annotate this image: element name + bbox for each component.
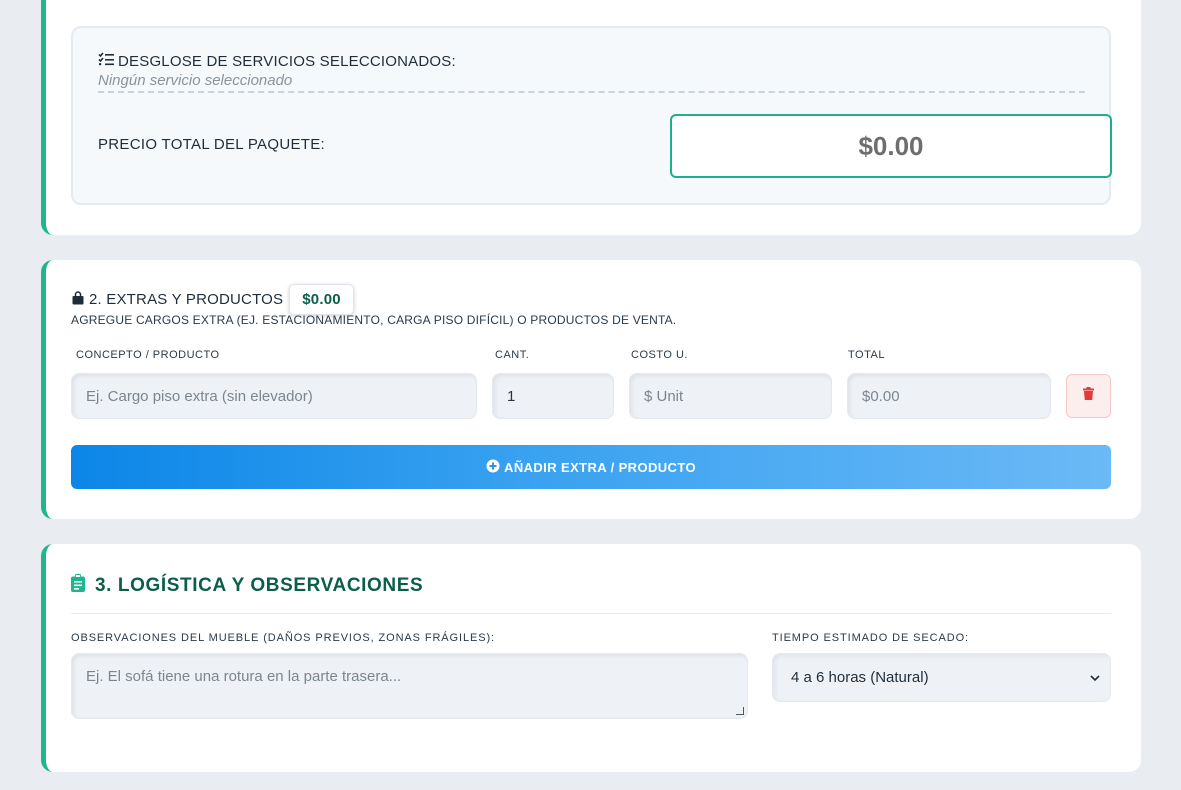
- total-price-value: $0.00: [670, 114, 1112, 178]
- unit-cost-input[interactable]: $ Unit: [629, 373, 832, 419]
- trash-icon: [1083, 387, 1094, 405]
- extras-total-badge: $0.00: [289, 284, 354, 315]
- shopping-bag-icon: [71, 290, 85, 309]
- extras-subtitle: AGREGUE CARGOS EXTRA (EJ. ESTACIONAMIENT…: [71, 313, 677, 327]
- plus-circle-icon: [486, 459, 500, 476]
- package-summary-box: DESGLOSE DE SERVICIOS SELECCIONADOS: Nin…: [71, 26, 1112, 205]
- logistics-card: 3. LOGÍSTICA Y OBSERVACIONES OBSERVACION…: [41, 544, 1141, 772]
- row-total-field: $0.00: [847, 373, 1051, 419]
- logistics-title: 3. LOGÍSTICA Y OBSERVACIONES: [95, 575, 424, 596]
- breakdown-title: DESGLOSE DE SERVICIOS SELECCIONADOS:: [118, 52, 456, 70]
- extras-header: 2. EXTRAS Y PRODUCTOS $0.00: [71, 284, 354, 315]
- drying-time-selected: 4 a 6 horas (Natural): [791, 669, 929, 686]
- section-divider: [71, 613, 1111, 614]
- column-concept-label: CONCEPTO / PRODUCTO: [76, 349, 220, 361]
- breakdown-header: DESGLOSE DE SERVICIOS SELECCIONADOS:: [98, 52, 456, 70]
- concept-input[interactable]: Ej. Cargo piso extra (sin elevador): [71, 373, 477, 419]
- column-qty-label: CANT.: [495, 349, 530, 361]
- resize-handle[interactable]: [736, 707, 744, 715]
- column-unit-cost-label: COSTO U.: [631, 349, 688, 361]
- drying-time-label: TIEMPO ESTIMADO DE SECADO:: [772, 632, 969, 644]
- quantity-input[interactable]: 1: [492, 373, 614, 419]
- extras-title: 2. EXTRAS Y PRODUCTOS: [89, 291, 284, 308]
- list-check-icon: [98, 52, 115, 70]
- clipboard-icon: [71, 574, 85, 598]
- delete-row-button[interactable]: [1066, 374, 1111, 418]
- drying-time-select[interactable]: 4 a 6 horas (Natural): [772, 653, 1111, 702]
- total-price-label: PRECIO TOTAL DEL PAQUETE:: [98, 136, 325, 153]
- add-extra-button-label: AÑADIR EXTRA / PRODUCTO: [504, 459, 696, 475]
- column-total-label: TOTAL: [848, 349, 885, 361]
- extras-card: 2. EXTRAS Y PRODUCTOS $0.00 AGREGUE CARG…: [41, 260, 1141, 519]
- observations-placeholder: Ej. El sofá tiene una rotura en la parte…: [86, 668, 402, 685]
- breakdown-empty-text: Ningún servicio seleccionado: [98, 72, 1085, 93]
- chevron-down-icon: [1090, 669, 1100, 686]
- observations-textarea[interactable]: Ej. El sofá tiene una rotura en la parte…: [71, 653, 748, 719]
- observations-label: OBSERVACIONES DEL MUEBLE (DAÑOS PREVIOS,…: [71, 632, 495, 644]
- package-summary-card: DESGLOSE DE SERVICIOS SELECCIONADOS: Nin…: [41, 0, 1141, 235]
- add-extra-button[interactable]: AÑADIR EXTRA / PRODUCTO: [71, 445, 1111, 489]
- logistics-header: 3. LOGÍSTICA Y OBSERVACIONES: [71, 574, 423, 598]
